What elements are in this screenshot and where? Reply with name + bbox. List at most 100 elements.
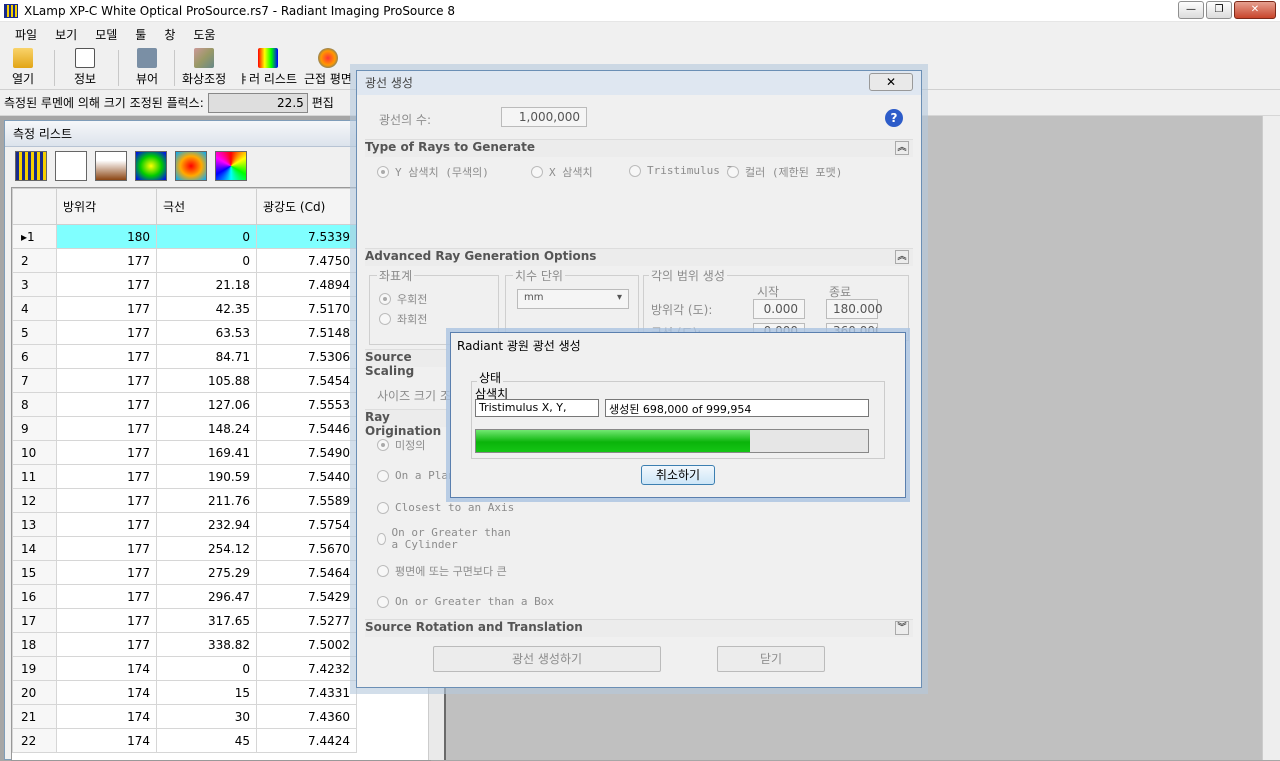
minimize-button[interactable]: —: [1178, 1, 1204, 19]
table-row[interactable]: 15 177 275.29 7.5464: [12, 560, 357, 585]
table-cell[interactable]: 0: [156, 248, 257, 273]
row-index-cell[interactable]: 21: [12, 704, 57, 729]
table-cell[interactable]: 296.47: [156, 584, 257, 609]
menu-window[interactable]: 창: [155, 26, 184, 43]
origination-section-header[interactable]: Ray Origination: [365, 409, 447, 438]
table-cell[interactable]: 15: [156, 680, 257, 705]
table-row[interactable]: ▸1 180 0 7.5339: [12, 224, 357, 249]
table-cell[interactable]: 177: [56, 536, 157, 561]
table-row[interactable]: 13 177 232.94 7.5754: [12, 512, 357, 537]
table-cell[interactable]: 177: [56, 632, 157, 657]
table-row[interactable]: 20 174 15 7.4331: [12, 680, 357, 705]
radio-y-tristimulus[interactable]: Y 삼색치 (무색의): [377, 164, 489, 180]
table-row[interactable]: 7 177 105.88 7.5454: [12, 368, 357, 393]
advanced-section-header[interactable]: Advanced Ray Generation Options ︽: [365, 248, 913, 266]
row-index-cell[interactable]: 3: [12, 272, 57, 297]
table-cell[interactable]: 338.82: [156, 632, 257, 657]
row-index-cell[interactable]: 7: [12, 368, 57, 393]
azimuth-end-input[interactable]: 180.000: [826, 299, 883, 319]
image-adjust-button[interactable]: 화상조정: [182, 48, 226, 88]
table-cell[interactable]: 7.5306: [256, 344, 357, 369]
table-row[interactable]: 11 177 190.59 7.5440: [12, 464, 357, 489]
help-icon[interactable]: ?: [885, 109, 903, 127]
viewer-button[interactable]: 뷰어: [136, 48, 158, 88]
row-index-cell[interactable]: 8: [12, 392, 57, 417]
col-intensity[interactable]: 광강도 (Cd): [256, 188, 357, 225]
azimuth-start-input[interactable]: 0.000: [753, 299, 805, 319]
table-cell[interactable]: 190.59: [156, 464, 257, 489]
row-index-cell[interactable]: ▸1: [12, 224, 57, 249]
radio-color[interactable]: 컬러 (제한된 포맷): [727, 164, 842, 180]
table-row[interactable]: 17 177 317.65 7.5277: [12, 608, 357, 633]
table-cell[interactable]: 177: [56, 512, 157, 537]
row-index-cell[interactable]: 10: [12, 440, 57, 465]
row-index-cell[interactable]: 16: [12, 584, 57, 609]
table-row[interactable]: 10 177 169.41 7.5490: [12, 440, 357, 465]
table-row[interactable]: 16 177 296.47 7.5429: [12, 584, 357, 609]
table-cell[interactable]: 177: [56, 344, 157, 369]
radio-origin-sphere[interactable]: 평면에 또는 구면보다 큰: [377, 563, 507, 579]
table-cell[interactable]: 7.5277: [256, 608, 357, 633]
table-cell[interactable]: 7.4331: [256, 680, 357, 705]
col-polar[interactable]: 극선: [156, 188, 257, 225]
type-section-header[interactable]: Type of Rays to Generate ︽: [365, 139, 913, 157]
table-cell[interactable]: 7.5002: [256, 632, 357, 657]
table-cell[interactable]: 177: [56, 608, 157, 633]
table-cell[interactable]: 148.24: [156, 416, 257, 441]
table-cell[interactable]: 180: [56, 224, 157, 249]
table-cell[interactable]: 169.41: [156, 440, 257, 465]
table-cell[interactable]: 63.53: [156, 320, 257, 345]
flux-input[interactable]: 22.5: [207, 92, 308, 113]
cancel-button[interactable]: 취소하기: [641, 465, 715, 485]
rotation-section-header[interactable]: Source Rotation and Translation ︾: [365, 619, 913, 637]
row-index-cell[interactable]: 11: [12, 464, 57, 489]
num-rays-input[interactable]: 1,000,000: [501, 107, 587, 127]
table-cell[interactable]: 7.5490: [256, 440, 357, 465]
table-cell[interactable]: 177: [56, 296, 157, 321]
table-row[interactable]: 14 177 254.12 7.5670: [12, 536, 357, 561]
radio-origin-box[interactable]: On or Greater than a Box: [377, 595, 554, 608]
table-row[interactable]: 5 177 63.53 7.5148: [12, 320, 357, 345]
color-list-button[interactable]: ㅑ러 리스트: [238, 48, 297, 88]
row-index-cell[interactable]: 9: [12, 416, 57, 441]
table-cell[interactable]: 211.76: [156, 488, 257, 513]
row-index-cell[interactable]: 13: [12, 512, 57, 537]
radio-x-tristimulus[interactable]: X 삼색치: [531, 164, 593, 180]
table-cell[interactable]: 177: [56, 368, 157, 393]
table-cell[interactable]: 177: [56, 464, 157, 489]
row-index-cell[interactable]: 14: [12, 536, 57, 561]
row-index-cell[interactable]: 20: [12, 680, 57, 705]
table-cell[interactable]: 7.5553: [256, 392, 357, 417]
maximize-button[interactable]: ❐: [1206, 1, 1232, 19]
info-button[interactable]: 정보: [74, 48, 96, 88]
table-cell[interactable]: 317.65: [156, 608, 257, 633]
close-button[interactable]: ✕: [1234, 1, 1276, 19]
close-dialog-button[interactable]: 닫기: [717, 646, 825, 672]
table-cell[interactable]: 7.5339: [256, 224, 357, 249]
table-cell[interactable]: 7.5670: [256, 536, 357, 561]
col-azimuth[interactable]: 방위각: [56, 188, 157, 225]
radio-origin-undefined[interactable]: 미정의: [377, 437, 425, 453]
table-cell[interactable]: 177: [56, 560, 157, 585]
row-index-cell[interactable]: 2: [12, 248, 57, 273]
table-cell[interactable]: 7.5440: [256, 464, 357, 489]
table-cell[interactable]: 7.4232: [256, 656, 357, 681]
table-cell[interactable]: 21.18: [156, 272, 257, 297]
table-cell[interactable]: 0: [156, 656, 257, 681]
workspace-scrollbar[interactable]: [1262, 116, 1280, 760]
table-cell[interactable]: 177: [56, 272, 157, 297]
table-cell[interactable]: 7.5446: [256, 416, 357, 441]
table-row[interactable]: 8 177 127.06 7.5553: [12, 392, 357, 417]
line-chart-icon[interactable]: [55, 151, 87, 181]
radio-left-handed[interactable]: 좌회전: [379, 311, 427, 327]
unit-select[interactable]: mm ▾: [517, 289, 629, 309]
menu-file[interactable]: 파일: [6, 26, 46, 43]
table-cell[interactable]: 232.94: [156, 512, 257, 537]
row-index-cell[interactable]: 17: [12, 608, 57, 633]
radio-origin-cylinder[interactable]: On or Greater than a Cylinder: [377, 527, 517, 551]
table-cell[interactable]: 7.5754: [256, 512, 357, 537]
table-row[interactable]: 4 177 42.35 7.5170: [12, 296, 357, 321]
menu-model[interactable]: 모델: [86, 26, 126, 43]
table-row[interactable]: 19 174 0 7.4232: [12, 656, 357, 681]
row-index-cell[interactable]: 15: [12, 560, 57, 585]
